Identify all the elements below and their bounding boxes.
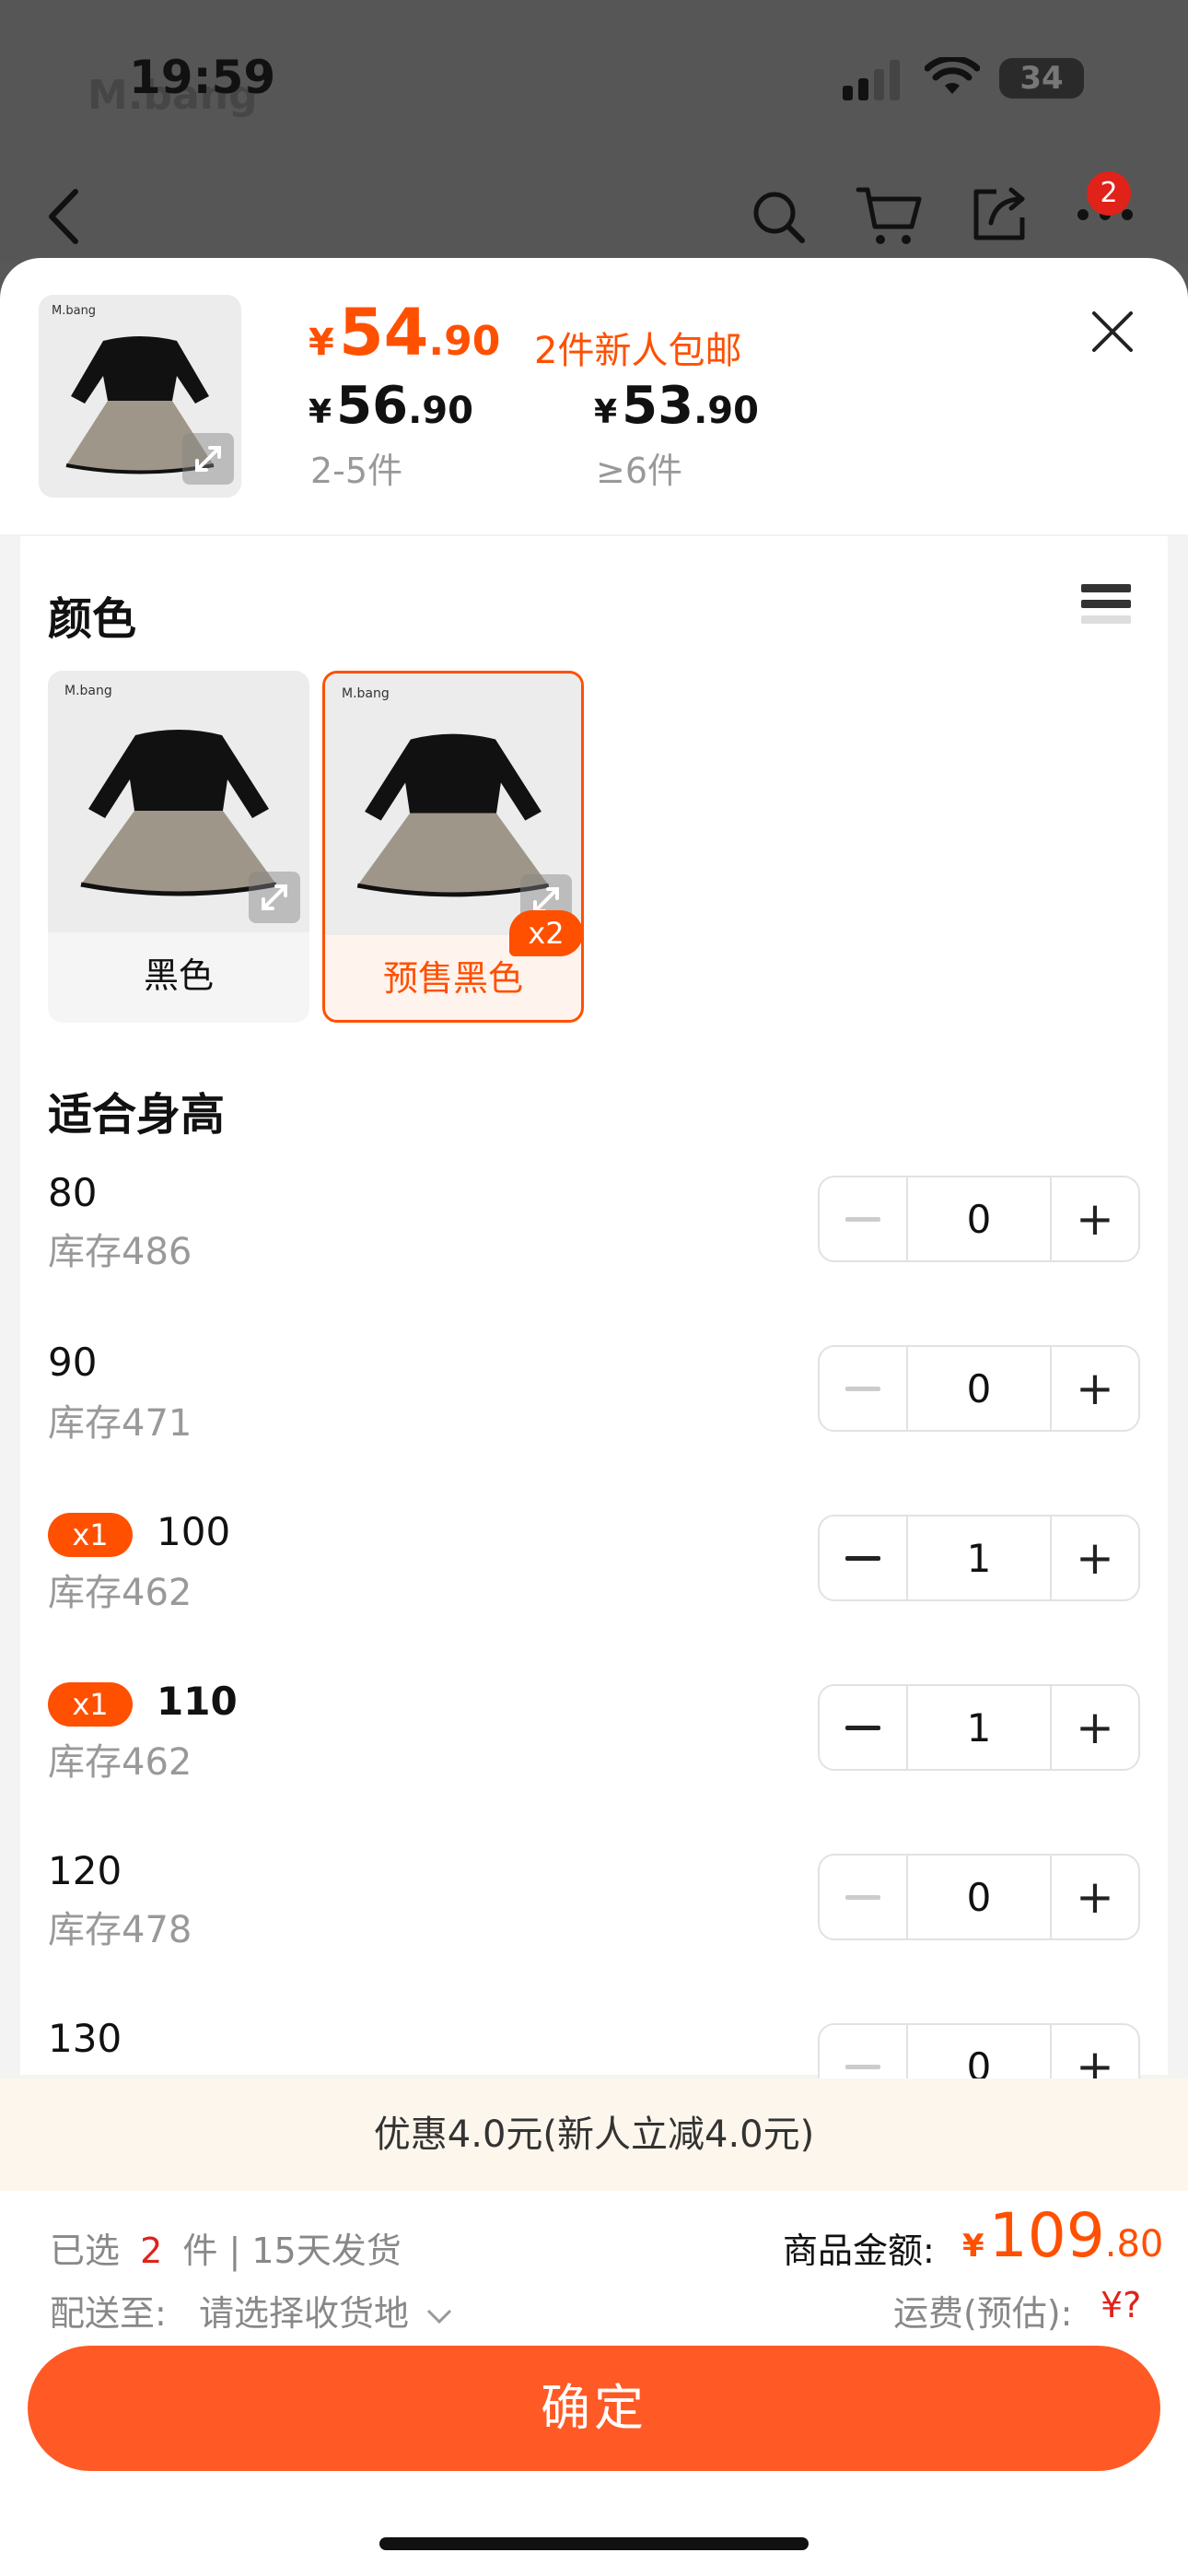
increase-button[interactable]: + xyxy=(1052,1856,1138,1938)
increase-button[interactable]: + xyxy=(1052,1686,1138,1769)
wifi-icon xyxy=(925,57,980,94)
share-icon[interactable] xyxy=(969,184,1030,245)
battery-indicator: 34 xyxy=(999,58,1084,99)
color-option-presale-black[interactable]: M.bang 预售黑色 xyxy=(322,671,584,1023)
cellular-signal-icon xyxy=(843,60,900,100)
order-footer: 已选 2 件 | 15天发货 配送至: 请选择收货地 商品金额: ¥ 109.8… xyxy=(0,2191,1188,2576)
stock-label: 库存486 xyxy=(48,1231,192,1273)
quantity-stepper: 0 + xyxy=(818,1854,1140,1940)
decrease-button[interactable] xyxy=(820,1177,906,1260)
thumb-brand-text: M.bang xyxy=(52,304,97,318)
shipping-label: 配送至: xyxy=(50,2293,167,2334)
shipping-address-selector[interactable]: 请选择收货地 xyxy=(199,2285,453,2336)
quantity-stepper: 0 + xyxy=(818,1345,1140,1432)
color-section-title: 颜色 xyxy=(48,593,137,645)
cart-count-badge: 2 xyxy=(1087,171,1131,216)
expand-icon[interactable] xyxy=(182,433,234,485)
row-count-badge: x1 xyxy=(48,1513,133,1557)
promo-tag: 2件新人包邮 xyxy=(534,330,742,372)
size-label: 100 xyxy=(157,1509,231,1554)
selected-count: 2 xyxy=(140,2231,163,2271)
freight-label: 运费(预估): xyxy=(893,2293,1073,2334)
total-label: 商品金额: xyxy=(783,2231,935,2271)
selected-count-badge: x2 xyxy=(509,910,583,956)
quantity-value[interactable]: 1 xyxy=(906,1516,1052,1599)
chevron-down-icon xyxy=(427,2309,452,2324)
quantity-stepper: 1 + xyxy=(818,1515,1140,1601)
decrease-button[interactable] xyxy=(820,1347,906,1430)
increase-button[interactable]: + xyxy=(1052,1347,1138,1430)
size-label: 90 xyxy=(48,1340,98,1385)
stock-label: 库存462 xyxy=(48,1741,192,1784)
row-count-badge: x1 xyxy=(48,1682,133,1727)
tier-price-2: ¥ 53.90 xyxy=(594,376,759,436)
size-label: 120 xyxy=(48,1848,122,1893)
quantity-value[interactable]: 0 xyxy=(906,1856,1052,1938)
quantity-value[interactable]: 0 xyxy=(906,1347,1052,1430)
sku-selection-sheet: M.bang ¥ 54.90 2件新人包邮 ¥ 56.90 2-5件 ¥ 53.… xyxy=(0,258,1188,2576)
quantity-value[interactable]: 0 xyxy=(906,1177,1052,1260)
product-thumbnail[interactable]: M.bang xyxy=(39,295,241,498)
increase-button[interactable]: + xyxy=(1052,1516,1138,1599)
tier-caption-2: ≥6件 xyxy=(596,451,683,491)
quantity-stepper: 1 + xyxy=(818,1684,1140,1771)
close-icon[interactable] xyxy=(1087,306,1138,357)
color-option-label: 黑色 xyxy=(143,955,214,996)
confirm-button[interactable]: 确定 xyxy=(28,2346,1160,2471)
quantity-stepper: 0 + xyxy=(818,1176,1140,1262)
color-option-label: 预售黑色 xyxy=(382,958,523,999)
discount-banner: 优惠4.0元(新人立减4.0元) xyxy=(0,2078,1188,2191)
home-indicator xyxy=(379,2537,809,2550)
color-option-black[interactable]: M.bang 黑色 xyxy=(48,671,309,1023)
cart-icon[interactable] xyxy=(855,184,923,249)
stock-label: 库存462 xyxy=(48,1572,192,1614)
size-label: 80 xyxy=(48,1170,98,1215)
expand-icon[interactable] xyxy=(249,872,300,923)
decrease-button[interactable] xyxy=(820,1686,906,1769)
main-price: ¥ 54.90 xyxy=(309,295,501,370)
status-time: 19:59 xyxy=(129,51,276,104)
search-icon[interactable] xyxy=(751,189,808,246)
size-label: 110 xyxy=(157,1679,238,1724)
stock-label: 库存471 xyxy=(48,1402,192,1445)
freight-value: ¥? xyxy=(1101,2285,1142,2325)
card-brand-text: M.bang xyxy=(342,686,390,701)
back-arrow-icon[interactable] xyxy=(41,184,87,249)
size-section-title: 适合身高 xyxy=(48,1089,226,1141)
decrease-button[interactable] xyxy=(820,1856,906,1938)
decrease-button[interactable] xyxy=(820,1516,906,1599)
tier-caption-1: 2-5件 xyxy=(310,451,403,491)
increase-button[interactable]: + xyxy=(1052,1177,1138,1260)
selected-summary: 已选 2 件 | 15天发货 xyxy=(50,2231,402,2271)
stock-label: 库存478 xyxy=(48,1909,192,1951)
quantity-value[interactable]: 1 xyxy=(906,1686,1052,1769)
tier-price-1: ¥ 56.90 xyxy=(309,376,473,436)
card-brand-text: M.bang xyxy=(64,684,112,698)
status-bar: M.bang 19:59 34 xyxy=(0,0,1188,157)
total-amount: ¥ 109.80 xyxy=(962,2200,1164,2271)
list-view-icon[interactable] xyxy=(1081,582,1131,638)
size-label: 130 xyxy=(48,2016,122,2061)
